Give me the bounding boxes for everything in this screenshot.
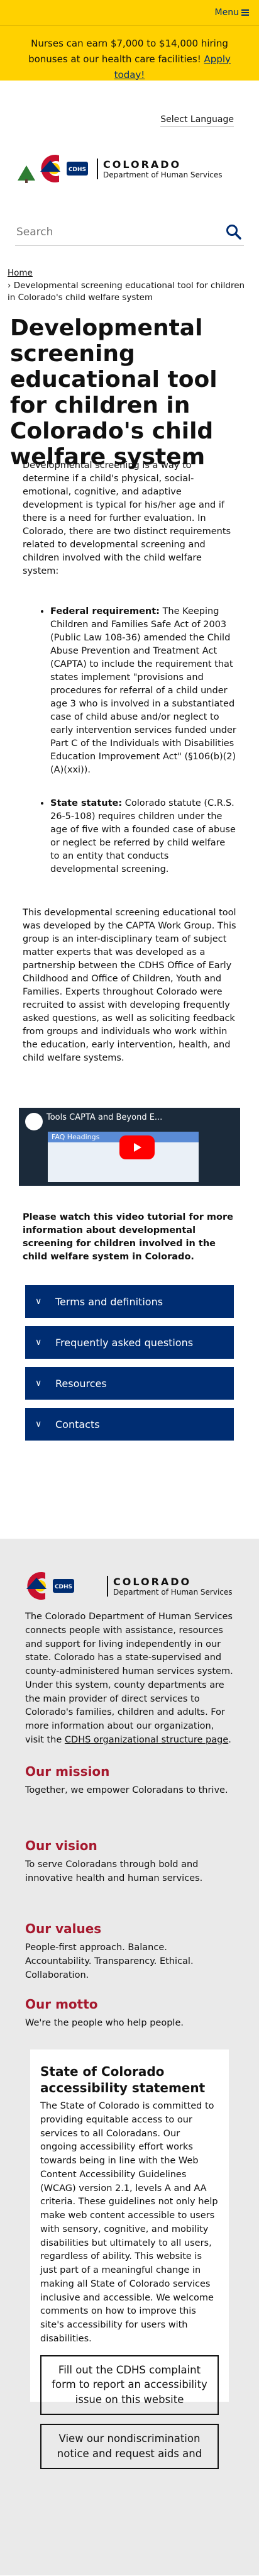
values-block: Our values People-first approach. Balanc…: [25, 1916, 234, 1992]
menu-label: Menu: [214, 8, 239, 18]
state-statute-label: State statute:: [50, 798, 123, 808]
video-title: Tools CAPTA and Beyond E...: [47, 1113, 163, 1122]
cdhs-logo[interactable]: CDHS COLORADO Department of Human Servic…: [15, 153, 223, 184]
accordion-terms[interactable]: ∨ Terms and definitions: [25, 1285, 234, 1318]
svg-text:CDHS: CDHS: [55, 1584, 72, 1590]
accessibility-text: The State of Colorado is committed to pr…: [40, 2101, 218, 2344]
accordion: ∨ Terms and definitions ∨ Frequently ask…: [25, 1285, 234, 1441]
list-item: Federal requirement: The Keeping Childre…: [50, 605, 236, 797]
channel-logo-icon: [25, 1113, 43, 1130]
vision-text: To serve Coloradans through bold and inn…: [25, 1860, 203, 1883]
alert-banner: Nurses can earn $7,000 to $14,000 hiring…: [0, 25, 259, 81]
footer: CDHS COLORADO Department of Human Servic…: [0, 1539, 259, 2575]
page-title: Developmental screening educational tool…: [10, 315, 218, 470]
play-icon[interactable]: [119, 1135, 155, 1159]
video-note: Please watch this video tutorial for mor…: [23, 1212, 233, 1263]
breadcrumb: Home › Developmental screening education…: [0, 261, 259, 311]
colorado-logo-icon: CDHS: [18, 155, 88, 183]
footer-logo-state-name: COLORADO: [113, 1575, 192, 1588]
svg-text:CDHS: CDHS: [69, 167, 86, 173]
accessibility-statement: State of Colorado accessibility statemen…: [30, 2049, 229, 2470]
video-player[interactable]: Tools CAPTA and Beyond E... FAQ Headings: [19, 1108, 240, 1186]
accordion-label: Resources: [55, 1377, 107, 1390]
search-icon[interactable]: [224, 222, 244, 242]
vision-block: Our vision To serve Coloradans through b…: [25, 1833, 234, 1916]
federal-requirement-label: Federal requirement:: [50, 606, 160, 616]
search-row: [0, 203, 259, 261]
alert-text: Nurses can earn $7,000 to $14,000 hiring…: [28, 38, 228, 65]
footer-logo[interactable]: CDHS COLORADO Department of Human Servic…: [25, 1539, 234, 1602]
list-item: State statute: Colorado statute (C.R.S. …: [50, 797, 236, 906]
logo-department-name: Department of Human Services: [103, 170, 223, 179]
footer-about: The Colorado Department of Human Service…: [25, 1612, 233, 1745]
language-select[interactable]: Select Language: [160, 114, 234, 126]
chevron-down-icon: ∨: [35, 1419, 42, 1429]
search-input[interactable]: [15, 225, 224, 239]
hamburger-icon: [241, 9, 249, 16]
logo-row: CDHS COLORADO Department of Human Servic…: [0, 134, 259, 203]
complaint-form-button[interactable]: Fill out the CDHS complaint form to repo…: [40, 2355, 219, 2416]
breadcrumb-separator-icon: ›: [8, 280, 11, 291]
top-bar: Menu: [0, 0, 259, 25]
accessibility-heading: State of Colorado accessibility statemen…: [40, 2064, 206, 2095]
values-heading: Our values: [25, 1921, 102, 1936]
chevron-down-icon: ∨: [35, 1296, 42, 1307]
accordion-resources[interactable]: ∨ Resources: [25, 1367, 234, 1400]
values-text: People-first approach. Balance. Accounta…: [25, 1943, 194, 1980]
mission-text: Together, we empower Coloradans to thriv…: [25, 1785, 228, 1795]
breadcrumb-current: Developmental screening educational tool…: [8, 280, 245, 303]
capta-paragraph: This developmental screening educational…: [23, 908, 236, 1064]
search-box: [15, 218, 244, 246]
accordion-contacts[interactable]: ∨ Contacts: [25, 1408, 234, 1441]
logo-text: COLORADO Department of Human Services: [97, 158, 223, 179]
mission-heading: Our mission: [25, 1764, 110, 1779]
main-content: Developmental screening is a way to dete…: [0, 459, 259, 1108]
chevron-down-icon: ∨: [35, 1337, 42, 1347]
chevron-down-icon: ∨: [35, 1378, 42, 1388]
state-statute-text: Colorado statute (C.R.S. 26-5-108) requi…: [50, 798, 236, 875]
federal-requirement-text: The Keeping Children and Families Safe A…: [50, 606, 236, 776]
language-selector-row: Select Language: [0, 81, 259, 134]
footer-logo-text: COLORADO Department of Human Services: [107, 1575, 233, 1597]
logo-state-name: COLORADO: [103, 158, 182, 170]
accordion-faq[interactable]: ∨ Frequently asked questions: [25, 1326, 234, 1359]
breadcrumb-home-link[interactable]: Home: [8, 268, 33, 278]
accordion-label: Terms and definitions: [55, 1295, 163, 1308]
mission-block: Our mission Together, we empower Colorad…: [25, 1759, 234, 1833]
menu-button[interactable]: Menu: [215, 8, 249, 18]
footer-logo-group: CDHS COLORADO Department of Human Servic…: [25, 1570, 233, 1602]
accordion-label: Frequently asked questions: [55, 1336, 194, 1349]
footer-about-text: The Colorado Department of Human Service…: [25, 1612, 233, 1745]
motto-heading: Our motto: [25, 1997, 98, 2012]
intro-paragraph: Developmental screening is a way to dete…: [23, 460, 231, 577]
requirements-list: Federal requirement: The Keeping Childre…: [23, 605, 236, 906]
nondiscrimination-notice-button[interactable]: View our nondiscrimination notice and re…: [40, 2424, 219, 2470]
motto-block: Our motto We're the people who help peop…: [25, 1992, 234, 2049]
vision-heading: Our vision: [25, 1838, 97, 1853]
org-structure-link[interactable]: CDHS organizational structure page: [65, 1735, 228, 1745]
colorado-logo-icon: CDHS: [26, 1572, 74, 1600]
footer-logo-department-name: Department of Human Services: [113, 1587, 233, 1597]
motto-text: We're the people who help people.: [25, 2018, 184, 2028]
accordion-label: Contacts: [55, 1418, 100, 1430]
